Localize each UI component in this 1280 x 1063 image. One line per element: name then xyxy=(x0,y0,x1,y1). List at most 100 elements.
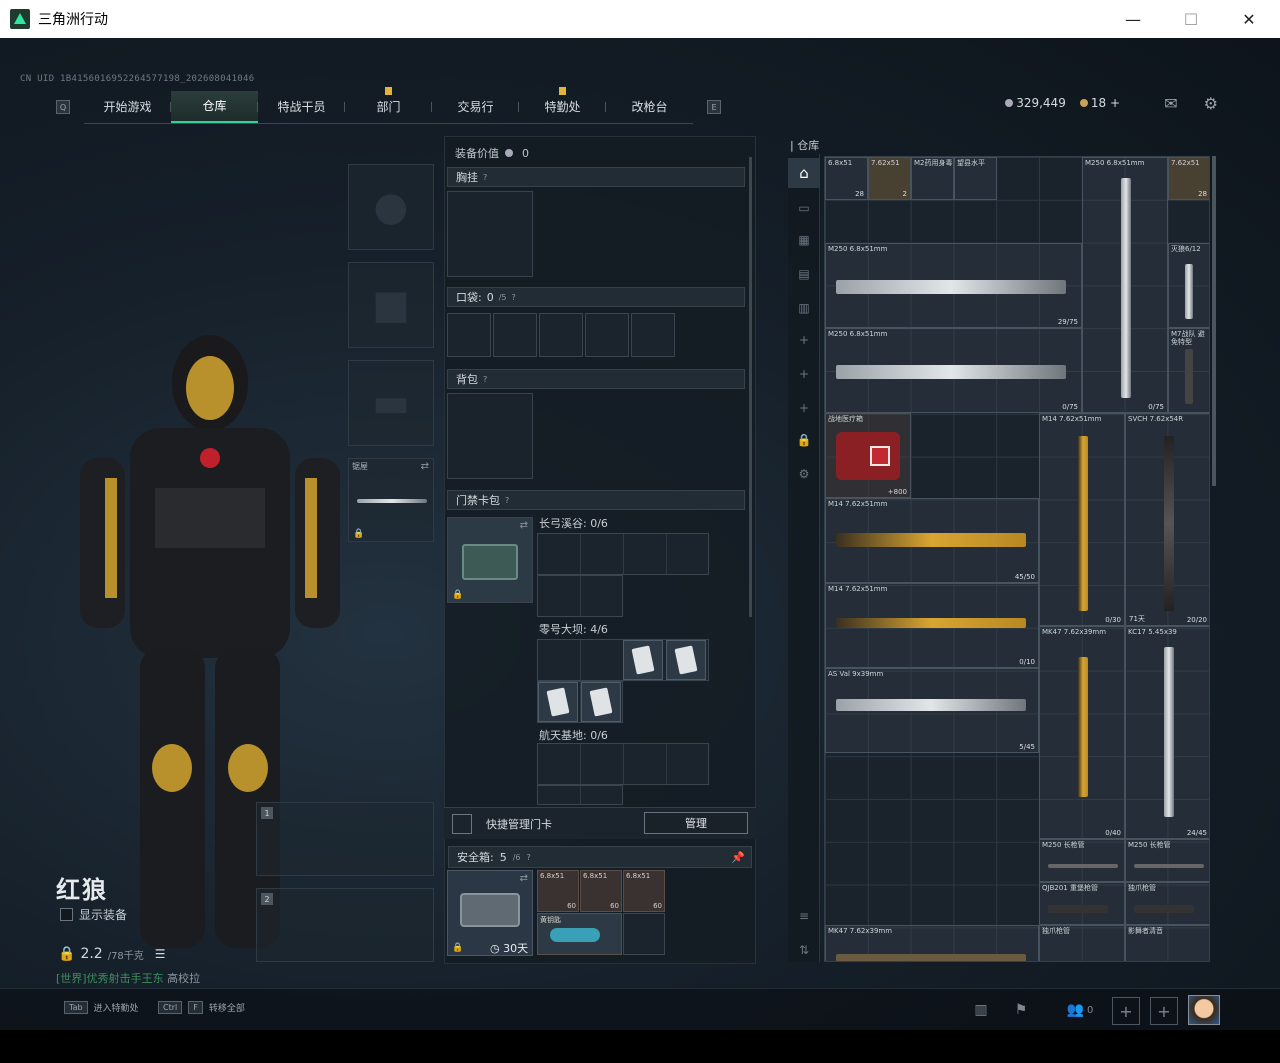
secondary-weapon-slot[interactable]: 2 xyxy=(256,888,434,962)
add-team-slot-button[interactable]: + xyxy=(1150,997,1178,1025)
medkit-item[interactable]: 战地医疗箱 +800 xyxy=(825,413,911,498)
tab-3[interactable]: 部门 xyxy=(345,86,432,123)
settings-icon[interactable]: ⚙ xyxy=(1204,94,1218,113)
ammo-item[interactable]: 7.62x51 2 xyxy=(868,157,911,200)
helmet-slot[interactable]: ● xyxy=(348,164,434,250)
weapon-item[interactable]: M250 6.8x51mm 29/75 xyxy=(825,243,1082,328)
keycard-grid[interactable] xyxy=(537,785,623,805)
barrel-item[interactable]: M250 长枪管 xyxy=(1039,839,1125,882)
barrel-item[interactable]: QJB201 重堡枪管 xyxy=(1039,882,1125,925)
tab-6[interactable]: 改枪台 xyxy=(606,91,693,123)
barrel-item[interactable]: M250 长枪管 xyxy=(1125,839,1209,882)
safe-ammo-item[interactable]: 6.8x51 60 xyxy=(623,870,665,912)
manage-button[interactable]: 管理 xyxy=(644,812,748,834)
scope-item[interactable]: 灭狼6/12 xyxy=(1168,243,1209,328)
barrel-item[interactable]: 独爪枪管 xyxy=(1039,925,1125,961)
weapon-item[interactable]: KC17 5.45x39 24/45 xyxy=(1125,626,1209,839)
pocket-slot[interactable] xyxy=(447,313,491,357)
close-button[interactable]: ✕ xyxy=(1220,0,1278,38)
player-avatar[interactable] xyxy=(1188,995,1220,1025)
consumable-item[interactable]: 望县水平 xyxy=(954,157,997,200)
mail-icon[interactable]: ✉ xyxy=(1164,94,1177,113)
minimize-button[interactable]: — xyxy=(1104,0,1162,38)
keycard-grid[interactable] xyxy=(537,575,623,617)
gear-filter-icon[interactable]: ▥ xyxy=(794,298,814,318)
weapon-item[interactable]: M14 7.62x51mm 0/10 xyxy=(825,583,1039,668)
tab-0[interactable]: 开始游戏 xyxy=(84,91,171,123)
backpack-slot[interactable] xyxy=(447,393,533,479)
weapon-item[interactable]: M250 6.8x51mm 0/75 xyxy=(825,328,1082,413)
ammo-item[interactable]: 6.8x51 28 xyxy=(825,157,868,200)
pistol-slot[interactable]: ▬ xyxy=(348,360,434,446)
hint-transfer-all[interactable]: Ctrl F 转移全部 xyxy=(158,1001,245,1014)
swap-icon[interactable]: ⇄ xyxy=(520,520,528,531)
weapon-item[interactable]: AS Val 9x39mm 5/45 xyxy=(825,668,1039,753)
help-icon[interactable]: ? xyxy=(483,173,487,182)
add-tab-icon[interactable]: + xyxy=(794,398,814,418)
primary-weapon-slot[interactable]: 1 xyxy=(256,802,434,876)
sort-icon[interactable]: ⇅ xyxy=(794,940,814,960)
world-chat[interactable]: [世界]优秀射击手王东 高校拉 xyxy=(56,970,200,986)
keycard-case-slot[interactable]: ⇄ 🔒 xyxy=(447,517,533,603)
lock-icon[interactable]: 🔒 xyxy=(794,430,814,450)
barrel-item[interactable]: 独爪枪管 xyxy=(1125,882,1209,925)
tab-1[interactable]: 仓库 xyxy=(171,90,258,123)
warehouse-scrollbar[interactable] xyxy=(1212,156,1216,486)
stats-icon[interactable]: ▥ xyxy=(968,997,994,1023)
premium-balance[interactable]: 18 + xyxy=(1079,96,1120,110)
nav-prev-key[interactable]: Q xyxy=(56,100,70,114)
barrel-item[interactable]: M7战队 避免特型 xyxy=(1168,328,1209,413)
safe-ammo-item[interactable]: 6.8x51 60 xyxy=(580,870,622,912)
nav-next-key[interactable]: E xyxy=(707,100,721,114)
consumable-item[interactable]: M2药用身毒 xyxy=(911,157,954,200)
weapon-item[interactable]: MK47 7.62x39mm xyxy=(825,925,1039,961)
warehouse-grid[interactable]: 6.8x51 28 7.62x51 2 M2药用身毒 望县水平 M250 6.8x5… xyxy=(824,156,1210,962)
weapon-item[interactable]: MK47 7.62x39mm 0/40 xyxy=(1039,626,1125,839)
keycard-item[interactable] xyxy=(538,682,578,722)
ammo-item[interactable]: 7.62x51 28 xyxy=(1168,157,1209,200)
maximize-button[interactable]: ☐ xyxy=(1162,0,1220,38)
settings-icon[interactable]: ⚙ xyxy=(794,464,814,484)
add-tab-icon[interactable]: + xyxy=(794,364,814,384)
layers-icon[interactable]: ≡ xyxy=(794,906,814,926)
pin-icon[interactable]: 📌 xyxy=(731,851,745,864)
add-tab-icon[interactable]: + xyxy=(794,330,814,350)
list-icon[interactable]: ☰ xyxy=(155,947,166,961)
pocket-slot[interactable] xyxy=(631,313,675,357)
ammo-filter-icon[interactable]: ▤ xyxy=(794,264,814,284)
premium-add-button[interactable]: + xyxy=(1110,96,1120,110)
tab-5[interactable]: 特勤处 xyxy=(519,86,606,123)
tab-2[interactable]: 特战干员 xyxy=(258,91,345,123)
help-icon[interactable]: ? xyxy=(505,496,509,505)
warehouse-all-icon[interactable]: ⌂ xyxy=(788,158,820,188)
weapons-filter-icon[interactable]: ▭ xyxy=(794,198,814,218)
keycard-item[interactable] xyxy=(666,640,706,680)
weapon-item[interactable]: M14 7.62x51mm 0/30 xyxy=(1039,413,1125,626)
keycard-grid[interactable] xyxy=(537,743,709,785)
safe-key-item[interactable]: 黄钥匙 xyxy=(537,913,622,955)
swap-icon[interactable]: ⇄ xyxy=(421,461,429,472)
add-team-slot-button[interactable]: + xyxy=(1112,997,1140,1025)
armor-slot[interactable]: ■ xyxy=(348,262,434,348)
melee-slot[interactable]: 锯屋 ⇄ 🔒 xyxy=(348,458,434,542)
safe-ammo-item[interactable]: 6.8x51 60 xyxy=(537,870,579,912)
help-icon[interactable]: ? xyxy=(483,375,487,384)
barrel-item[interactable]: 影舞者清音 xyxy=(1125,925,1209,961)
keycard-grid[interactable] xyxy=(537,533,709,575)
help-icon[interactable]: ? xyxy=(527,853,531,862)
pocket-slot[interactable] xyxy=(585,313,629,357)
friends-button[interactable]: 👥 0 xyxy=(1060,997,1100,1023)
safe-empty-slot[interactable] xyxy=(623,913,665,955)
show-equipment-toggle[interactable]: 显示装备 xyxy=(60,906,127,923)
swap-icon[interactable]: ⇄ xyxy=(520,873,528,884)
panel-scrollbar[interactable] xyxy=(749,157,752,617)
help-icon[interactable]: ? xyxy=(512,293,516,302)
armor-filter-icon[interactable]: ▦ xyxy=(794,230,814,250)
tab-4[interactable]: 交易行 xyxy=(432,91,519,123)
weapon-item[interactable]: M14 7.62x51mm 45/50 xyxy=(825,498,1039,583)
keycard-item[interactable] xyxy=(623,640,663,680)
pocket-slot[interactable] xyxy=(493,313,537,357)
keycard-item[interactable] xyxy=(581,682,621,722)
weapon-item[interactable]: SVCH 7.62x54R 20/20 71天 xyxy=(1125,413,1209,626)
checkbox[interactable] xyxy=(60,908,73,921)
